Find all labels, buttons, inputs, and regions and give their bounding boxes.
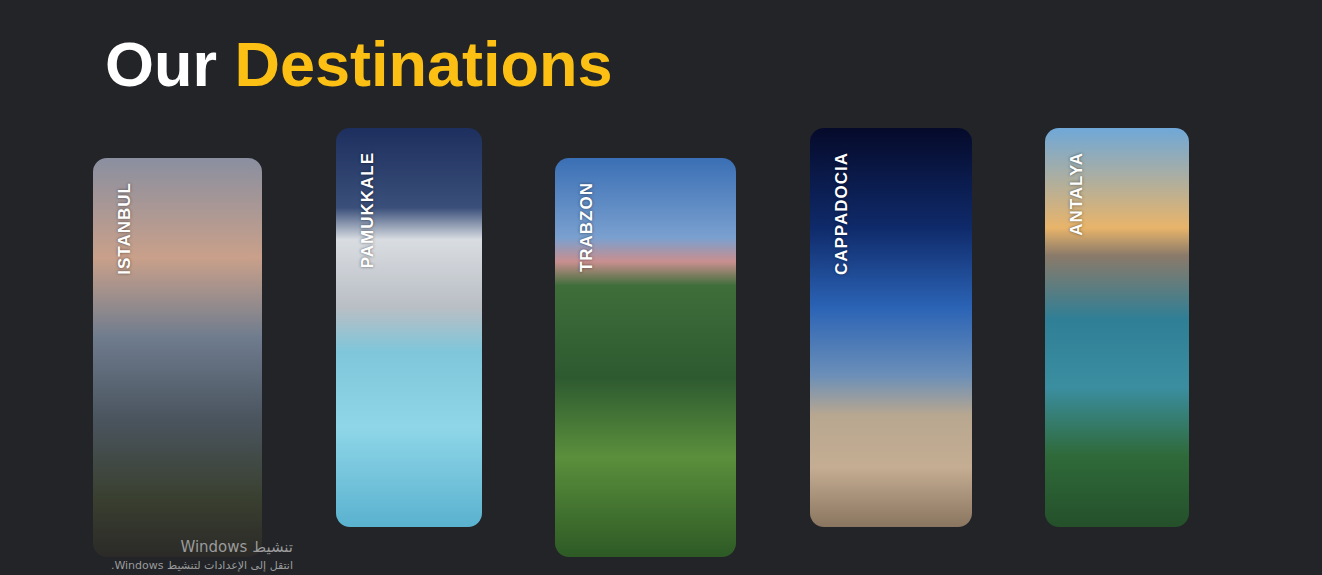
- destination-card[interactable]: CAPPADOCIA: [810, 128, 972, 527]
- watermark-title: تنشيط Windows: [111, 536, 293, 558]
- activation-watermark: تنشيط Windows انتقل إلى الإعدادات لتنشيط…: [111, 536, 293, 574]
- destination-label: ANTALYA: [1067, 152, 1087, 236]
- title-plain: Our: [105, 29, 217, 99]
- destination-list: ISTANBUL PAMUKKALE TRABZON CAPPADOCIA ANTALY…: [0, 102, 1322, 557]
- destination-label: CAPPADOCIA: [832, 152, 852, 275]
- destination-label: PAMUKKALE: [358, 152, 378, 268]
- destination-card[interactable]: ANTALYA: [1045, 128, 1189, 527]
- watermark-subtitle: انتقل إلى الإعدادات لتنشيط Windows.: [111, 558, 293, 574]
- destination-label: ISTANBUL: [115, 182, 135, 275]
- section-title: Our Destinations: [0, 0, 1322, 102]
- destination-label: TRABZON: [577, 182, 597, 272]
- destination-card[interactable]: ISTANBUL: [93, 158, 262, 557]
- destination-card[interactable]: PAMUKKALE: [336, 128, 482, 527]
- destinations-page: Our Destinations ISTANBUL PAMUKKALE TRABZO…: [0, 0, 1322, 575]
- destination-card[interactable]: TRABZON: [555, 158, 736, 557]
- title-accent: Destinations: [235, 29, 613, 99]
